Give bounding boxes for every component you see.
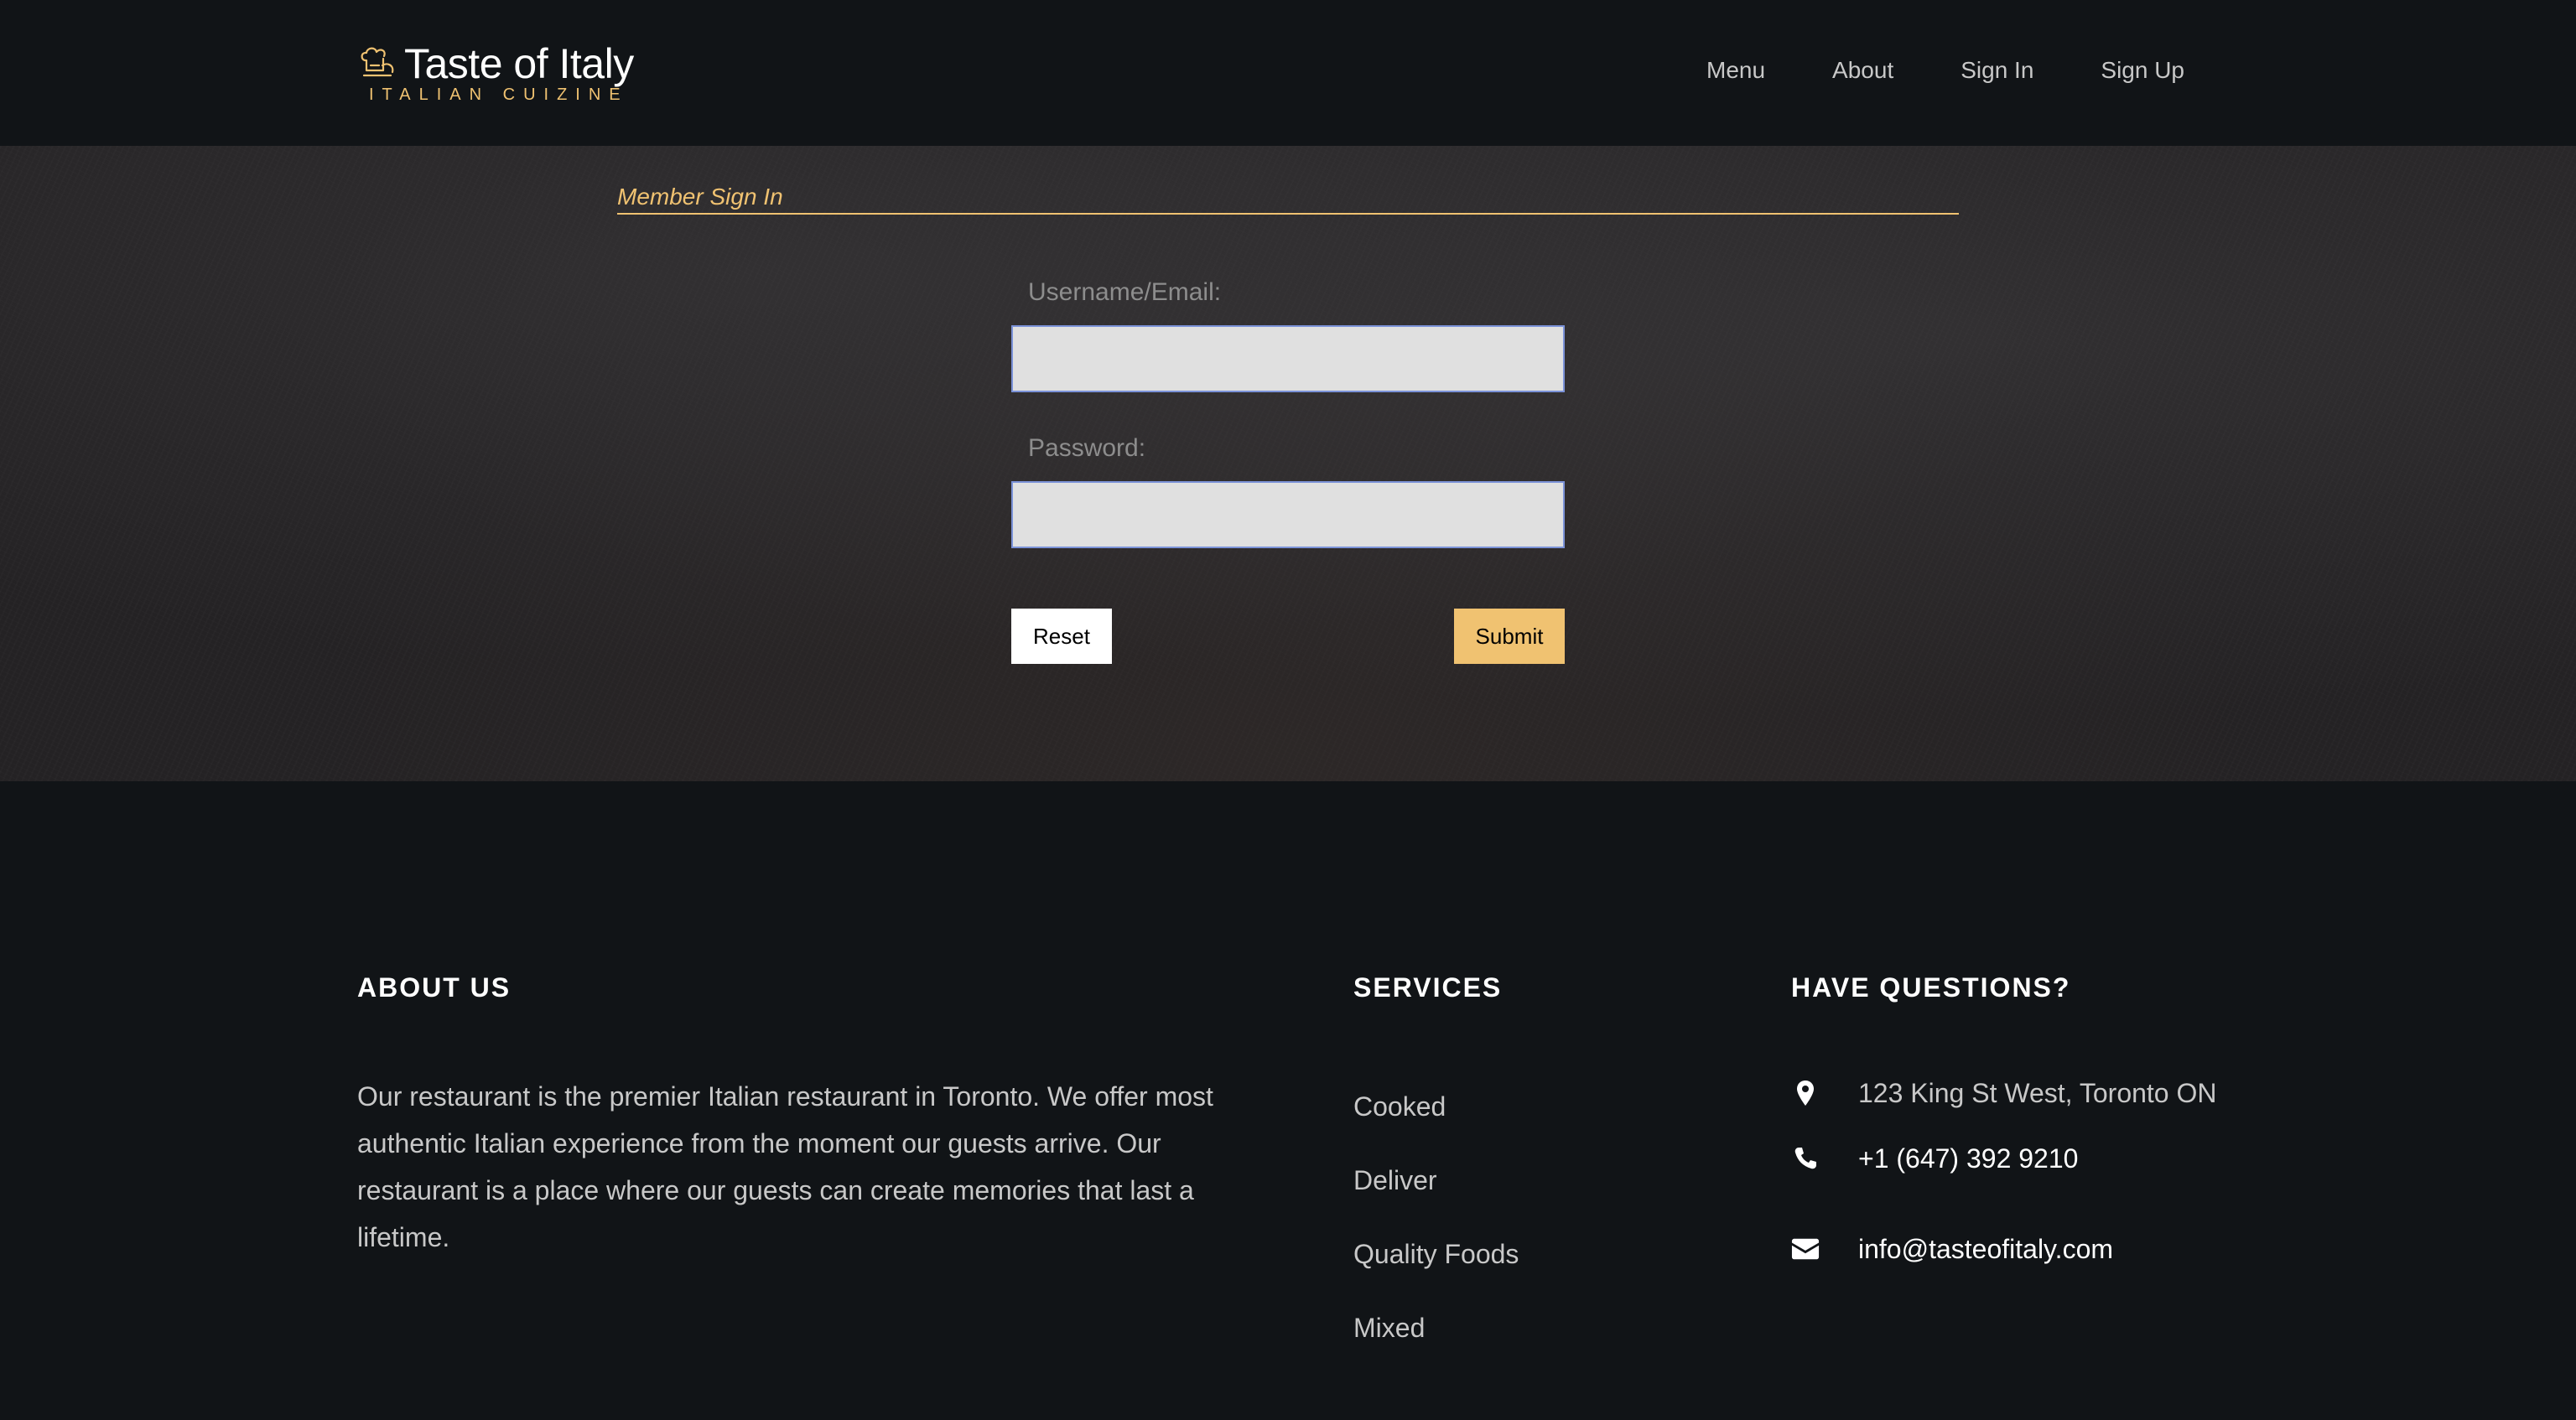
services-heading: SERVICES — [1353, 972, 1503, 1003]
service-item: Cooked — [1353, 1091, 1446, 1122]
submit-button[interactable]: Submit — [1454, 609, 1565, 664]
map-pin-icon — [1791, 1079, 1820, 1107]
password-label: Password: — [1028, 434, 1146, 462]
brand-title: Taste of Italy — [404, 40, 634, 87]
reset-button[interactable]: Reset — [1011, 609, 1112, 664]
contact-phone[interactable]: +1 (647) 392 9210 — [1791, 1142, 2078, 1175]
nav-menu[interactable]: Menu — [1706, 54, 1765, 87]
service-item: Deliver — [1353, 1165, 1437, 1195]
about-heading: ABOUT US — [357, 972, 512, 1003]
password-input[interactable] — [1011, 481, 1565, 548]
brand-subtitle: ITALIAN CUIZINE — [369, 86, 629, 104]
nav-sign-in[interactable]: Sign In — [1961, 54, 2033, 87]
phone-icon — [1791, 1144, 1820, 1173]
signin-section: Member Sign In Username/Email: Password:… — [0, 146, 2576, 781]
site-header: Taste of Italy ITALIAN CUIZINE Menu Abou… — [0, 0, 2576, 146]
about-text: Our restaurant is the premier Italian re… — [357, 1081, 1213, 1252]
email-link[interactable]: info@tasteofitaly.com — [1858, 1232, 2113, 1266]
nav-sign-up[interactable]: Sign Up — [2101, 54, 2184, 87]
chef-hat-icon — [361, 47, 394, 77]
service-item: Quality Foods — [1353, 1239, 1519, 1269]
brand-row: Taste of Italy — [357, 40, 634, 87]
section-title-text: Member Sign In — [617, 184, 783, 210]
username-input[interactable] — [1011, 325, 1565, 392]
contact-email[interactable]: info@tasteofitaly.com — [1791, 1232, 2113, 1266]
service-item: Mixed — [1353, 1313, 1426, 1343]
section-title: Member Sign In — [617, 183, 1959, 215]
main-nav: Menu About Sign In Sign Up — [1706, 54, 2184, 87]
contact-address: 123 King St West, Toronto ON — [1791, 1076, 2216, 1110]
address-text: 123 King St West, Toronto ON — [1858, 1078, 2217, 1108]
username-label: Username/Email: — [1028, 278, 1222, 306]
nav-about[interactable]: About — [1832, 54, 1893, 87]
questions-heading: HAVE QUESTIONS? — [1791, 972, 2071, 1003]
services-list: Cooked Deliver Quality Foods Mixed — [1353, 1090, 1519, 1385]
brand[interactable]: Taste of Italy ITALIAN CUIZINE — [357, 40, 634, 105]
phone-link[interactable]: +1 (647) 392 9210 — [1858, 1142, 2078, 1175]
envelope-icon — [1791, 1235, 1820, 1263]
